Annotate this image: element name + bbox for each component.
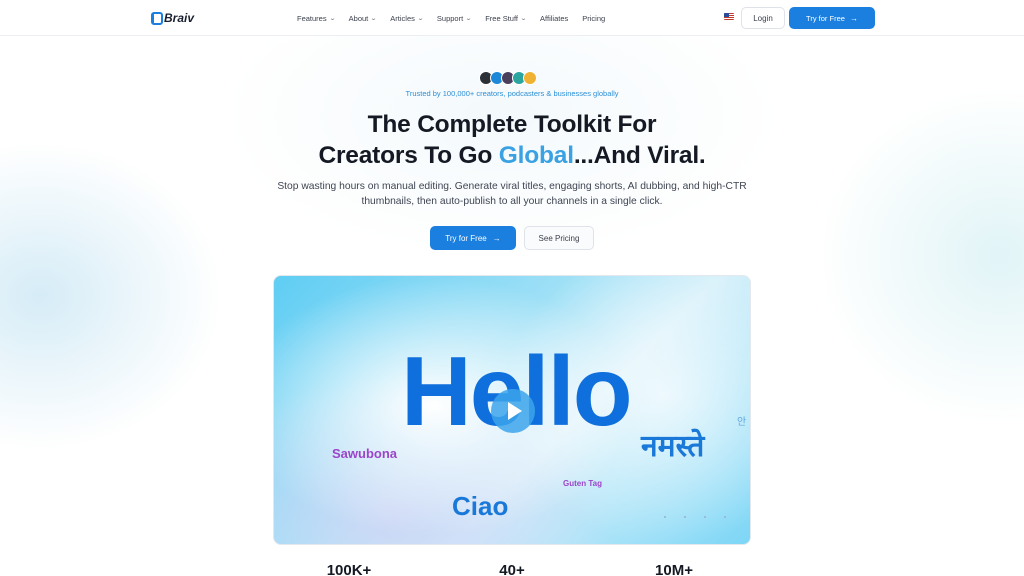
chevron-down-icon: ⌄ bbox=[416, 15, 424, 22]
login-button[interactable]: Login bbox=[741, 7, 785, 29]
nav-item-pricing[interactable]: Pricing bbox=[582, 14, 605, 23]
trusted-by-text: Trusted by 100,000+ creators, podcasters… bbox=[405, 89, 619, 98]
page-title: The Complete Toolkit For Creators To Go … bbox=[0, 109, 1024, 171]
carousel-dot[interactable] bbox=[664, 516, 666, 518]
avatar-group bbox=[479, 71, 537, 85]
carousel-dots bbox=[664, 516, 726, 518]
nav-item-articles[interactable]: Articles ⌄ bbox=[390, 14, 424, 23]
stat-value: 100K+ bbox=[326, 562, 372, 576]
hero-try-free-label: Try for Free bbox=[445, 233, 487, 243]
avatar bbox=[523, 71, 537, 85]
hero-subtext: Stop wasting hours on manual editing. Ge… bbox=[277, 181, 747, 207]
hero-video[interactable]: Hello 안 नमस्ते Sawubona Guten Tag Ciao bbox=[273, 275, 751, 545]
video-word-ciao: Ciao bbox=[452, 491, 509, 521]
stat-value: 40+ bbox=[499, 562, 525, 576]
video-word-namaste: नमस्ते bbox=[641, 430, 705, 463]
arrow-right-icon: → bbox=[849, 13, 858, 23]
us-flag-icon[interactable] bbox=[724, 13, 734, 20]
carousel-dot[interactable] bbox=[684, 516, 686, 518]
video-word-guten-tag: Guten Tag bbox=[563, 479, 602, 488]
headline-accent: Global bbox=[498, 142, 574, 169]
hero-try-free-button[interactable]: Try for Free → bbox=[430, 226, 516, 250]
logo-text: Braiv bbox=[164, 11, 195, 25]
nav-item-support[interactable]: Support ⌄ bbox=[437, 14, 473, 23]
nav-item-affiliates[interactable]: Affiliates bbox=[540, 14, 568, 23]
chevron-down-icon: ⌄ bbox=[520, 15, 528, 22]
chevron-down-icon: ⌄ bbox=[465, 15, 473, 22]
video-word-annyeong: 안 bbox=[737, 417, 747, 428]
top-navigation: Braiv Features ⌄ About ⌄ Articles ⌄ Support… bbox=[0, 0, 1024, 36]
stat-value: 10M+ bbox=[655, 562, 693, 576]
chevron-down-icon: ⌄ bbox=[370, 15, 378, 22]
video-word-sawubona: Sawubona bbox=[332, 446, 398, 461]
nav-item-free-stuff[interactable]: Free Stuff ⌄ bbox=[485, 14, 528, 23]
nav-item-about[interactable]: About ⌄ bbox=[349, 14, 378, 23]
chevron-down-icon: ⌄ bbox=[328, 15, 336, 22]
arrow-right-icon: → bbox=[492, 233, 501, 243]
nav-item-features[interactable]: Features ⌄ bbox=[297, 14, 336, 23]
play-icon bbox=[508, 402, 522, 420]
nav-try-free-button[interactable]: Try for Free → bbox=[789, 7, 875, 29]
nav-try-free-label: Try for Free bbox=[806, 13, 845, 23]
carousel-dot[interactable] bbox=[724, 516, 726, 518]
logo-mark-icon bbox=[151, 11, 163, 25]
nav-links: Features ⌄ About ⌄ Articles ⌄ Support ⌄ Free… bbox=[297, 0, 605, 36]
play-button[interactable] bbox=[491, 389, 535, 433]
carousel-dot[interactable] bbox=[704, 516, 706, 518]
headline-line-2: Creators To Go Global...And Viral. bbox=[318, 142, 706, 169]
logo[interactable]: Braiv bbox=[151, 10, 194, 26]
see-pricing-button[interactable]: See Pricing bbox=[524, 226, 594, 250]
headline-line-1: The Complete Toolkit For bbox=[367, 111, 657, 138]
